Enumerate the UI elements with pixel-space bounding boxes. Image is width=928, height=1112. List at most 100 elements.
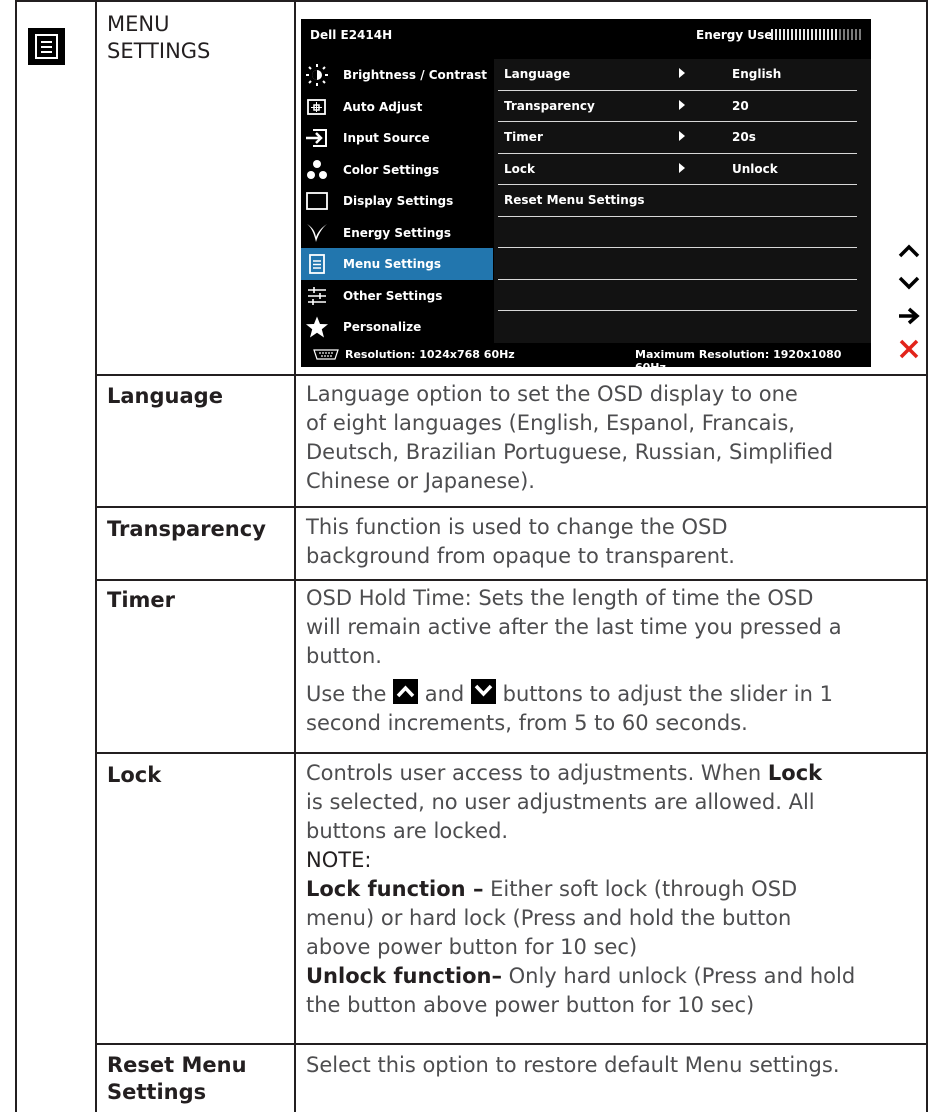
osd-row-value: Unlock (732, 161, 778, 176)
input-source-icon (306, 129, 327, 147)
brightness-icon (306, 64, 328, 86)
down-arrow-icon[interactable] (896, 270, 922, 296)
row-separator (95, 506, 928, 508)
osd-menu-item-label: Brightness / Contrast (343, 68, 487, 82)
osd-menu-item-menu-settings[interactable]: Menu Settings (301, 248, 493, 280)
row-separator (95, 579, 928, 581)
osd-row-language[interactable]: Language English (494, 59, 871, 91)
osd-row-empty (494, 248, 871, 280)
row-name-timer: Timer (107, 588, 176, 612)
table-divider-1 (95, 0, 97, 1112)
osd-model: Dell E2414H (310, 28, 393, 42)
section-title: MENU SETTINGS (107, 11, 210, 65)
right-arrow-icon[interactable] (896, 303, 922, 329)
desc-text: Only hard unlock (Press and hold (501, 964, 856, 988)
energy-bar (831, 29, 833, 40)
row-name-line: Reset Menu (107, 1053, 247, 1077)
energy-settings-icon (307, 223, 327, 242)
energy-label: Energy Use (696, 28, 773, 42)
desc-line: button. (306, 644, 382, 668)
other-settings-icon (308, 286, 326, 305)
energy-meter (771, 29, 863, 40)
energy-bar (771, 29, 773, 40)
triangle-right-icon (679, 68, 685, 78)
osd-row-reset[interactable]: Reset Menu Settings (494, 185, 871, 217)
osd-menu-item-personalize[interactable]: Personalize (301, 311, 493, 343)
star-icon (306, 316, 328, 338)
row-desc-transparency: This function is used to change the OSD … (306, 513, 926, 571)
desc-line: will remain active after the last time y… (306, 615, 842, 639)
desc-line: Deutsch, Brazilian Portuguese, Russian, … (306, 440, 834, 464)
desc-line: background from opaque to transparent. (306, 544, 735, 568)
energy-bar (783, 29, 785, 40)
osd-submenu: Language English Transparency 20 Timer 2… (494, 59, 871, 343)
osd-menu-item-brightness[interactable]: Brightness / Contrast (301, 59, 493, 91)
row-name-transparency: Transparency (107, 517, 266, 541)
up-arrow-icon[interactable] (896, 238, 922, 264)
row-name-line: Settings (107, 1080, 207, 1104)
osd-menu-item-other-settings[interactable]: Other Settings (301, 280, 493, 312)
desc-line: Controls user access to adjustments. Whe… (306, 759, 926, 788)
desc-text: buttons to adjust the slider in 1 (502, 682, 833, 706)
row-name-lock: Lock (107, 763, 162, 787)
energy-bar (855, 29, 857, 40)
osd-row-label: Lock (504, 161, 535, 176)
energy-bar (803, 29, 805, 40)
osd-row-lock[interactable]: Lock Unlock (494, 154, 871, 185)
osd-menu-item-label: Energy Settings (343, 225, 452, 240)
table-divider-2 (294, 0, 296, 1112)
osd-row-timer[interactable]: Timer 20s (494, 122, 871, 154)
osd-menu-item-color-settings[interactable]: Color Settings (301, 154, 493, 186)
row-separator (95, 374, 928, 376)
energy-bar (807, 29, 809, 40)
desc-line: is selected, no user adjustments are all… (306, 790, 815, 814)
osd-main-menu: Brightness / Contrast Auto Adjust Input … (301, 59, 493, 343)
auto-adjust-icon (307, 98, 326, 115)
energy-bar (835, 29, 837, 40)
row-separator (95, 1043, 928, 1045)
desc-line: Unlock function– Only hard unlock (Press… (306, 962, 926, 991)
display-settings-icon (306, 192, 328, 210)
osd-row-label: Reset Menu Settings (504, 193, 645, 207)
energy-bar (811, 29, 813, 40)
energy-bar (815, 29, 817, 40)
desc-text: Use the (306, 682, 387, 706)
energy-bar (775, 29, 777, 40)
menu-settings-icon (309, 254, 325, 274)
energy-bar (847, 29, 849, 40)
vga-connector-icon (313, 349, 339, 360)
energy-bar (819, 29, 821, 40)
row-name-language: Language (107, 384, 223, 408)
osd-menu-item-energy-settings[interactable]: Energy Settings (301, 217, 493, 249)
osd-row-transparency[interactable]: Transparency 20 (494, 91, 871, 122)
triangle-right-icon (679, 131, 685, 141)
row-desc-lock: Controls user access to adjustments. Whe… (306, 759, 926, 1020)
desc-line: above power button for 10 sec) (306, 935, 638, 959)
triangle-right-icon (679, 99, 685, 110)
close-icon[interactable] (896, 336, 922, 362)
desc-line: Use the and buttons to adjust the slider… (306, 679, 926, 709)
desc-line: second increments, from 5 to 60 seconds. (306, 711, 748, 735)
up-button-icon (393, 679, 419, 704)
osd-row-empty (494, 217, 871, 248)
desc-bold: Lock (767, 761, 823, 785)
desc-text: Either soft lock (through OSD (483, 877, 798, 901)
color-settings-icon (307, 159, 327, 179)
energy-bar (787, 29, 789, 40)
current-resolution: Resolution: 1024x768 60Hz (345, 348, 515, 361)
desc-line: the button above power button for 10 sec… (306, 993, 755, 1017)
energy-bar (779, 29, 781, 40)
desc-text: and (424, 682, 465, 706)
section-title-line1: MENU (107, 12, 170, 36)
osd-menu-item-display-settings[interactable]: Display Settings (301, 185, 493, 217)
desc-line: menu) or hard lock (Press and hold the b… (306, 906, 792, 930)
energy-bar (791, 29, 793, 40)
osd-menu-item-input-source[interactable]: Input Source (301, 122, 493, 154)
osd-menu-item-label: Color Settings (343, 162, 440, 177)
osd-menu-item-auto-adjust[interactable]: Auto Adjust (301, 91, 493, 123)
osd-row-empty (494, 280, 871, 311)
desc-line: OSD Hold Time: Sets the length of time t… (306, 586, 814, 610)
note-label: NOTE: (306, 848, 372, 872)
desc-line: buttons are locked. (306, 819, 509, 843)
osd-menu-item-label: Input Source (343, 131, 430, 145)
